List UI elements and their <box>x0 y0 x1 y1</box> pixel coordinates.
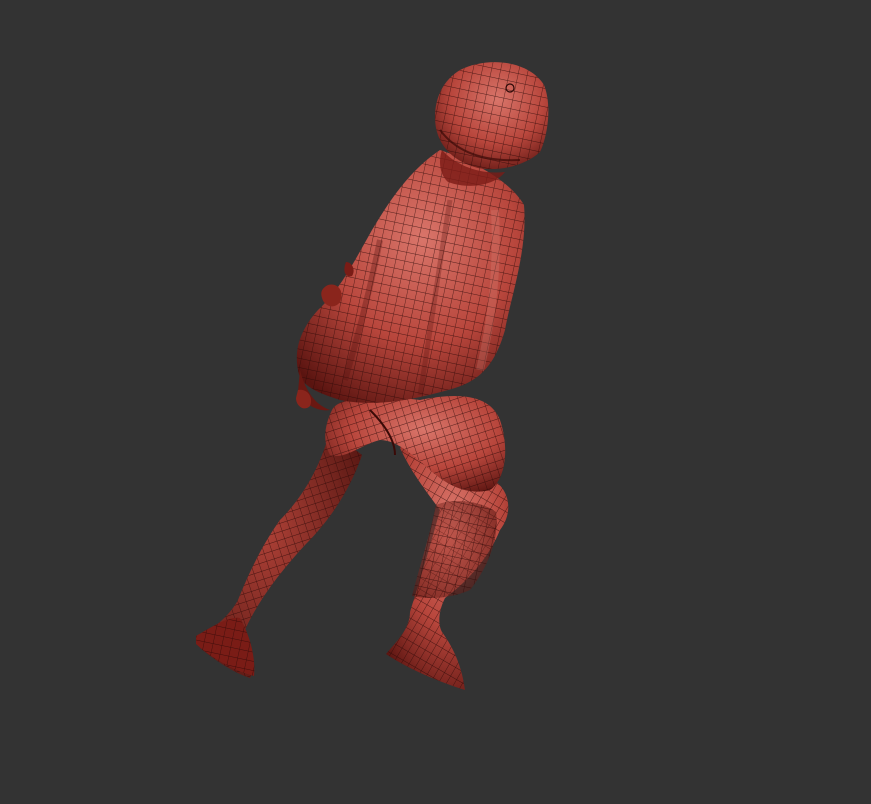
hood-head <box>435 62 549 170</box>
cape <box>296 150 525 411</box>
3d-viewport[interactable] <box>0 0 871 804</box>
back-leg <box>196 430 362 678</box>
sculpt-canvas[interactable] <box>0 0 871 804</box>
